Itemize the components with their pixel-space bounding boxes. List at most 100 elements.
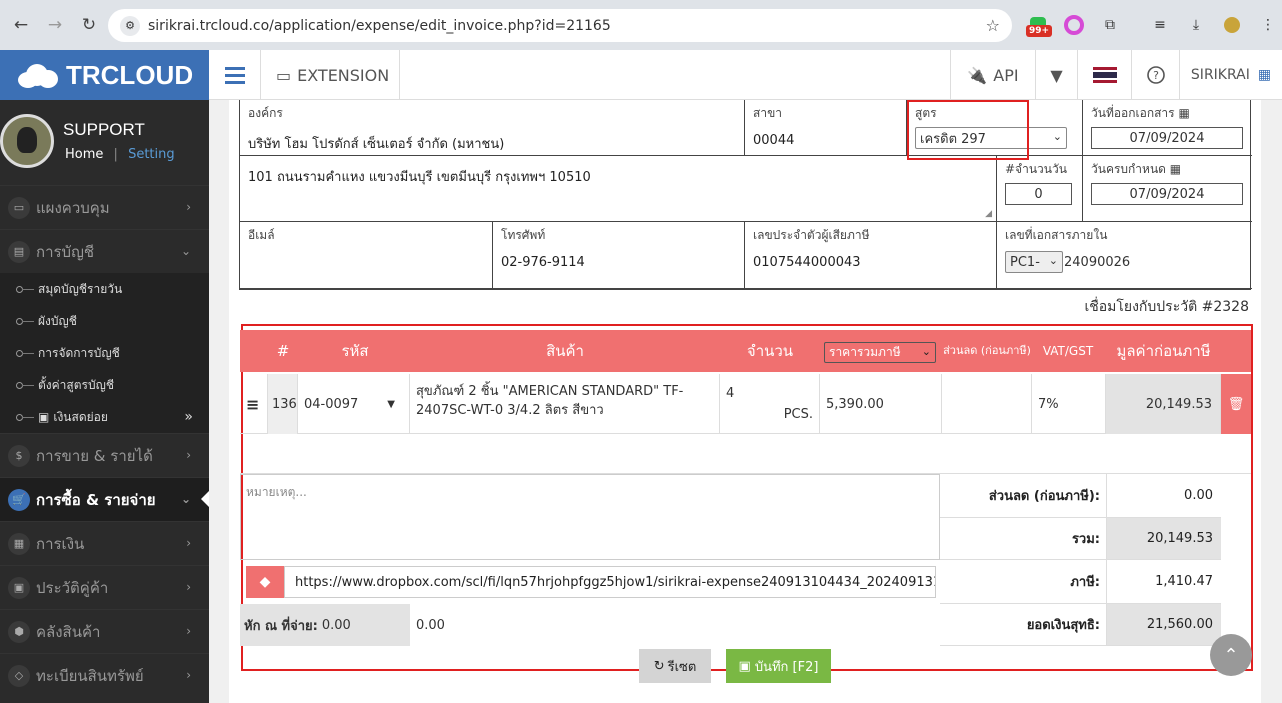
sidebar-item-finance[interactable]: ▦ การเงิน › xyxy=(0,521,209,565)
extension-button[interactable]: ▭ EXTENSION xyxy=(262,50,400,100)
prefix-select[interactable]: PC1- ⌄ xyxy=(1005,251,1063,273)
due-date-input[interactable]: 07/09/2024 xyxy=(1091,183,1243,205)
back-icon[interactable]: ← xyxy=(8,12,34,38)
trcloud-logo[interactable]: TRCLOUD xyxy=(0,50,209,100)
internal-no-value[interactable]: 24090026 xyxy=(1064,255,1130,270)
email-label: อีเมล์ xyxy=(248,228,275,242)
row-num[interactable]: 136 xyxy=(268,374,298,434)
sidebar-item-sales[interactable]: $ การขาย & รายได้ › xyxy=(0,433,209,477)
col-qty: จำนวน xyxy=(746,342,794,360)
subitem-account-management[interactable]: การจัดการบัญชี xyxy=(0,337,209,369)
wht-amount[interactable]: 0.00 xyxy=(410,604,940,646)
book-icon: ▤ xyxy=(8,240,30,263)
site-info-icon[interactable]: ⚙ xyxy=(120,15,140,36)
browser-menu-icon[interactable]: ⋮ xyxy=(1255,12,1281,38)
dropbox-url-input[interactable]: https://www.dropbox.com/scl/fi/lqn57hrjo… xyxy=(284,566,936,598)
days-input[interactable]: 0 xyxy=(1005,183,1072,205)
sidebar-item-assets[interactable]: ◇ ทะเบียนสินทรัพย์ › xyxy=(0,653,209,697)
sidebar-item-inventory[interactable]: ⬢ คลังสินค้า › xyxy=(0,609,209,653)
wht-label: หัก ณ ที่จ่าย: xyxy=(244,618,318,634)
avatar[interactable] xyxy=(0,114,54,168)
thai-flag-icon[interactable] xyxy=(1077,50,1131,100)
col-product: สินค้า xyxy=(546,342,584,360)
issue-date-input[interactable]: 07/09/2024 xyxy=(1091,127,1243,149)
price-input[interactable]: 5,390.00 xyxy=(820,374,942,434)
help-icon[interactable]: ? xyxy=(1131,50,1179,100)
download-icon[interactable]: ⤓ xyxy=(1183,12,1209,38)
chevron-right-icon: › xyxy=(186,668,191,682)
notification-badge: 99+ xyxy=(1026,25,1053,37)
active-indicator xyxy=(201,491,209,507)
due-date-label: วันครบกำหนด xyxy=(1091,162,1166,176)
extension-color-icon[interactable] xyxy=(1061,12,1087,38)
chevron-down-icon: ⌄ xyxy=(1052,130,1062,143)
home-link[interactable]: Home xyxy=(65,147,103,162)
col-pretax: มูลค่าก่อนภาษี xyxy=(1116,342,1211,360)
address-textarea[interactable]: 101 ถนนรามคำแหง แขวงมีนบุรี เขตมีนบุรี ก… xyxy=(248,166,988,187)
drag-handle-icon[interactable]: ≡ xyxy=(240,374,268,434)
product-textarea[interactable]: สุขภัณฑ์ 2 ชิ้น "AMERICAN STANDARD" TF-2… xyxy=(410,374,720,434)
media-control-icon[interactable]: ≡ xyxy=(1147,12,1173,38)
hamburger-menu-icon[interactable] xyxy=(209,50,261,100)
subitem-petty-cash[interactable]: ▣ เงินสดย่อย » xyxy=(0,401,209,433)
cash-icon: ▣ xyxy=(38,410,50,424)
org-value[interactable]: บริษัท โฮม โปรดักส์ เซ็นเตอร์ จำกัด (มหา… xyxy=(248,133,736,154)
extensions-puzzle-icon[interactable]: ⧉ xyxy=(1097,12,1123,38)
user-menu[interactable]: SIRIKRAI ▦ xyxy=(1179,50,1282,100)
subtotal-label: รวม: xyxy=(940,518,1106,560)
note-textarea[interactable]: หมายเหตุ... xyxy=(240,474,940,560)
taxid-value[interactable]: 0107544000043 xyxy=(753,255,988,270)
invoice-header-grid: องค์กร บริษัท โฮม โปรดักส์ เซ็นเตอร์ จำก… xyxy=(239,100,1252,290)
branch-label: สาขา xyxy=(753,106,783,120)
linked-history-text[interactable]: เชื่อมโยงกับประวัติ #2328 xyxy=(1084,296,1249,318)
forward-icon[interactable]: → xyxy=(42,12,68,38)
issue-date-cell: วันที่ออกเอกสาร ▦ 07/09/2024 xyxy=(1083,100,1252,156)
subitem-account-formula[interactable]: ตั้งค่าสูตรบัญชี xyxy=(0,369,209,401)
profile-avatar-icon[interactable] xyxy=(1219,12,1245,38)
sidebar-item-purchases[interactable]: 🛒 การซื้อ & รายจ่าย ⌄ xyxy=(0,477,209,521)
save-button[interactable]: ▣ บันทึก [F2] xyxy=(726,649,831,683)
sidebar-item-label: แผงควบคุม xyxy=(36,198,110,217)
trash-icon[interactable]: 🗑 xyxy=(1221,374,1251,434)
invoice-form: องค์กร บริษัท โฮม โปรดักส์ เซ็นเตอร์ จำก… xyxy=(229,100,1261,703)
days-cell: #จำนวนวัน 0 xyxy=(997,156,1083,222)
days-label: #จำนวนวัน xyxy=(1005,162,1067,176)
setting-link[interactable]: Setting xyxy=(128,147,175,162)
dollar-icon: $ xyxy=(8,444,30,467)
sidebar-item-contacts[interactable]: ▣ ประวัติคู่ค้า › xyxy=(0,565,209,609)
api-button[interactable]: 🔌 API xyxy=(950,50,1035,100)
price-type-select[interactable]: ราคารวมภาษี ⌄ xyxy=(824,342,936,363)
sidebar-item-label: ประวัติคู่ค้า xyxy=(36,578,109,597)
extension-line-icon[interactable]: 99+ xyxy=(1025,12,1053,38)
sidebar-item-dashboard[interactable]: ▭ แผงควบคุม › xyxy=(0,185,209,229)
col-vat: VAT/GST xyxy=(1042,344,1094,358)
cloud-icon xyxy=(16,62,60,88)
col-code: รหัส xyxy=(341,342,369,360)
logo-text: TRCLOUD xyxy=(66,59,194,90)
code-select[interactable]: 04-0097 ▼ xyxy=(298,374,410,434)
branch-value[interactable]: 00044 xyxy=(753,133,898,148)
phone-label: โทรศัพท์ xyxy=(501,228,546,242)
refresh-icon: ↻ xyxy=(653,658,665,674)
profile-panel: SUPPORT Home | Setting xyxy=(0,100,209,185)
reload-icon[interactable]: ↻ xyxy=(76,12,102,38)
discount-input[interactable] xyxy=(942,374,1032,434)
sidebar-item-accounting[interactable]: ▤ การบัญชี ⌄ xyxy=(0,229,209,273)
vat-select[interactable]: 7% xyxy=(1032,374,1106,434)
discount-total-label: ส่วนลด (ก่อนภาษี): xyxy=(940,474,1106,518)
bookmark-star-icon[interactable]: ☆ xyxy=(986,16,1000,35)
scroll-to-top-button[interactable]: ⌃ xyxy=(1210,634,1252,676)
reset-button[interactable]: ↻ รีเซต xyxy=(639,649,711,683)
phone-value[interactable]: 02-976-9114 xyxy=(501,255,736,270)
dropbox-icon[interactable]: ◆ xyxy=(246,566,284,598)
qty-value: 4 xyxy=(726,386,735,401)
link-separator: | xyxy=(113,147,118,162)
qty-input[interactable]: 4 PCS. xyxy=(720,374,820,434)
net-total-label: ยอดเงินสุทธิ: xyxy=(940,604,1106,646)
chevron-right-icon: › xyxy=(186,580,191,594)
taxid-cell: เลขประจำตัวผู้เสียภาษี 0107544000043 xyxy=(745,222,997,289)
subitem-journal[interactable]: สมุดบัญชีรายวัน xyxy=(0,273,209,305)
subitem-chart-of-accounts[interactable]: ผังบัญชี xyxy=(0,305,209,337)
dropdown-caret-icon[interactable]: ▼ xyxy=(1035,50,1077,100)
address-bar[interactable]: ⚙ sirikrai.trcloud.co/application/expens… xyxy=(108,9,1012,42)
